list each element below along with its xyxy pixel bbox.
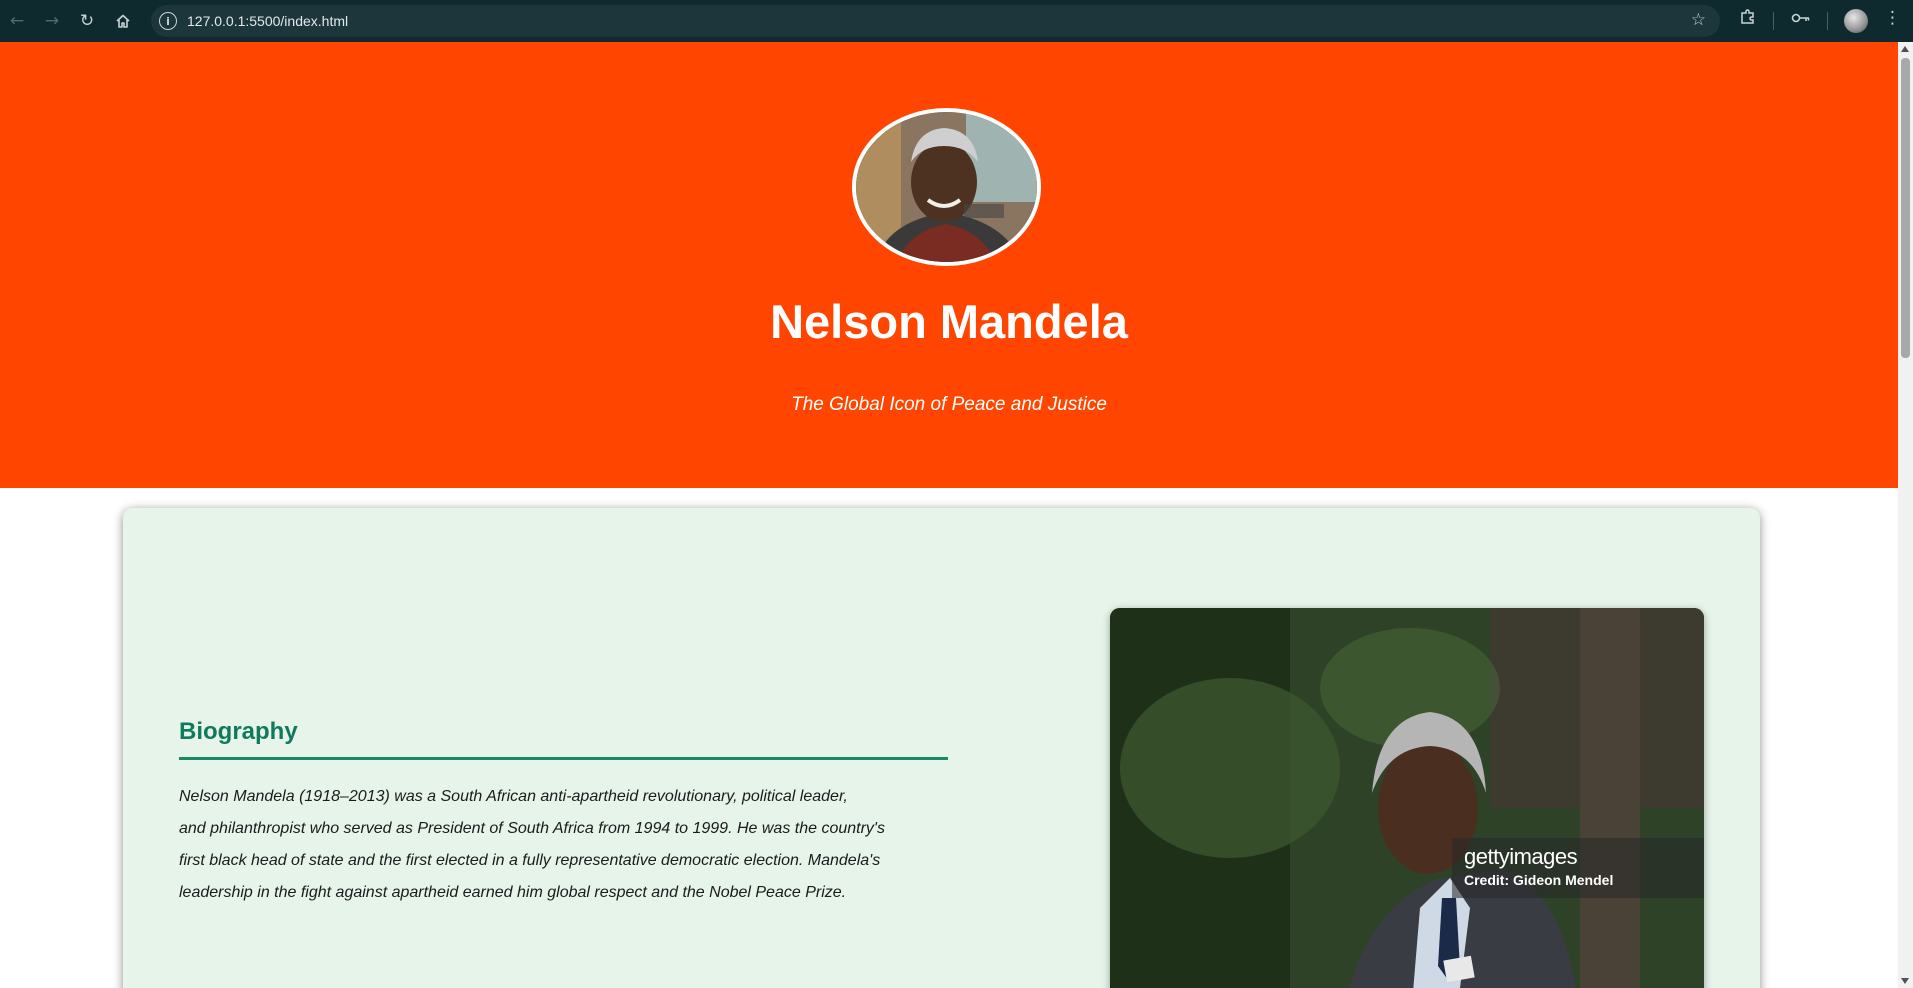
key-icon[interactable] xyxy=(1791,10,1811,30)
kebab-menu-icon[interactable]: ⋮ xyxy=(1884,8,1901,28)
address-bar[interactable]: i 127.0.0.1:5500/index.html ☆ xyxy=(151,5,1720,37)
toolbar-divider xyxy=(1827,12,1828,30)
puzzle-icon[interactable] xyxy=(1739,8,1757,31)
page-scrollbar[interactable] xyxy=(1898,42,1913,988)
mandela-photo: gettyimages Credit: Gideon Mendel 587487… xyxy=(1110,608,1704,988)
scroll-thumb[interactable] xyxy=(1901,58,1910,358)
home-icon[interactable] xyxy=(109,7,137,35)
biography-card: Biography Nelson Mandela (1918–2013) was… xyxy=(123,508,1760,988)
back-arrow-icon[interactable]: ← xyxy=(3,7,31,35)
page-subtitle: The Global Icon of Peace and Justice xyxy=(791,394,1107,415)
toolbar-divider xyxy=(1773,12,1774,30)
watermark-brand: gettyimages xyxy=(1464,844,1578,869)
hero-header: Nelson Mandela The Global Icon of Peace … xyxy=(0,42,1898,488)
forward-arrow-icon[interactable]: → xyxy=(38,7,66,35)
portrait-avatar xyxy=(852,108,1041,266)
biography-line: Nelson Mandela (1918–2013) was a South A… xyxy=(179,788,848,805)
biography-line: first black head of state and the first … xyxy=(179,852,881,869)
address-url[interactable]: 127.0.0.1:5500/index.html xyxy=(187,13,348,29)
biography-line: and philanthropist who served as Preside… xyxy=(179,820,885,837)
profile-avatar[interactable] xyxy=(1844,9,1868,33)
reload-icon[interactable]: ↻ xyxy=(73,7,101,35)
biography-text: Nelson Mandela (1918–2013) was a South A… xyxy=(179,781,969,909)
scroll-down-icon[interactable] xyxy=(1901,978,1909,984)
page-title: Nelson Mandela xyxy=(770,295,1128,348)
scroll-up-icon[interactable] xyxy=(1901,46,1909,52)
site-info-icon[interactable]: i xyxy=(159,12,177,30)
biography-divider xyxy=(179,757,948,760)
biography-line: leadership in the fight against aparthei… xyxy=(179,884,847,901)
star-icon[interactable]: ☆ xyxy=(1691,10,1706,30)
watermark-credit: Credit: Gideon Mendel xyxy=(1464,872,1614,888)
page-content: Nelson Mandela The Global Icon of Peace … xyxy=(0,42,1898,988)
browser-toolbar: ← → ↻ i 127.0.0.1:5500/index.html ☆ ⋮ xyxy=(0,0,1913,42)
biography-heading: Biography xyxy=(179,718,298,745)
photo-watermark: gettyimages Credit: Gideon Mendel xyxy=(1452,838,1704,898)
